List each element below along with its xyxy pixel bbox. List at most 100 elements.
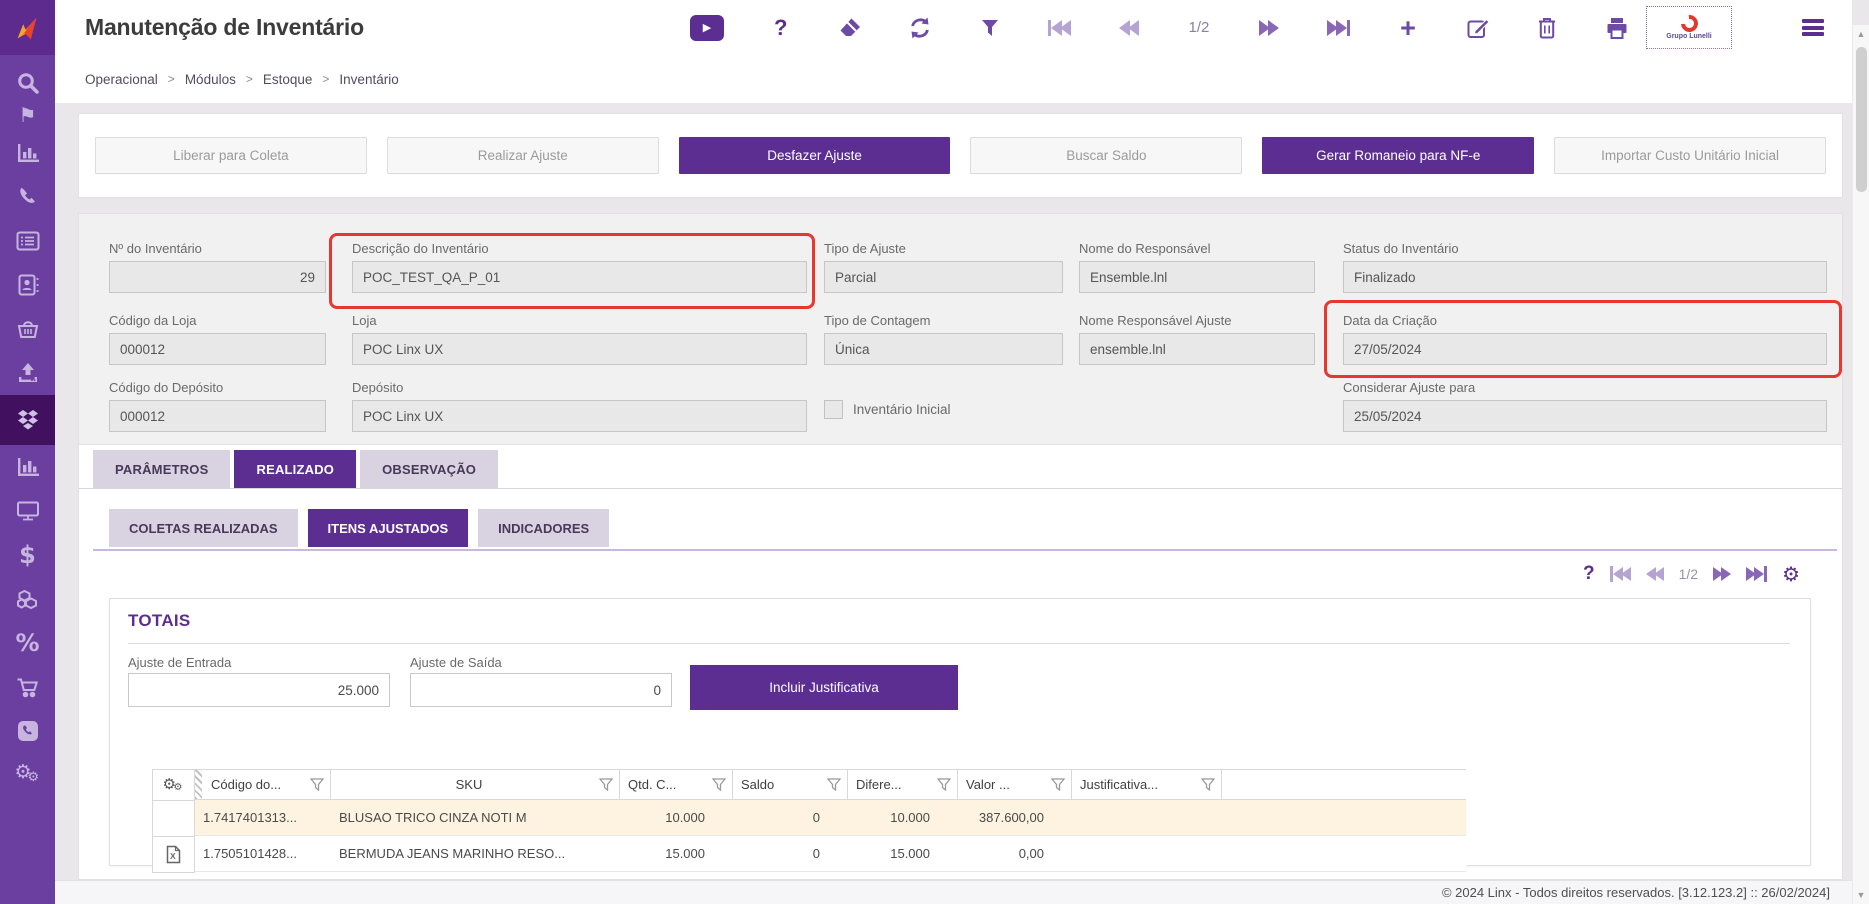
menu-icon[interactable]	[1802, 19, 1824, 36]
dollar-icon: $	[19, 543, 36, 567]
delete-icon[interactable]	[1534, 13, 1560, 43]
field-label: Considerar Ajuste para	[1343, 380, 1827, 395]
sidebar-item-phone[interactable]	[0, 175, 55, 219]
ajuste-saida-input[interactable]	[410, 673, 672, 707]
codigo-deposito-input[interactable]	[109, 400, 326, 432]
sidebar-item-basket[interactable]	[0, 307, 55, 351]
breadcrumb-item[interactable]: Inventário	[339, 72, 398, 87]
numero-inventario-input[interactable]	[109, 261, 326, 293]
nome-responsavel-input[interactable]	[1079, 261, 1315, 293]
sidebar-item-search[interactable]	[0, 67, 55, 99]
data-criacao-input[interactable]	[1343, 333, 1827, 365]
grid-previous-page-button[interactable]	[1646, 567, 1664, 581]
tab-parametros[interactable]: PARÂMETROS	[93, 450, 230, 488]
tipo-ajuste-input[interactable]	[824, 261, 1063, 293]
subtab-coletas-realizadas[interactable]: COLETAS REALIZADAS	[109, 509, 298, 547]
export-excel-cell[interactable]: X	[153, 837, 195, 873]
company-logo[interactable]: Grupo Lunelli	[1646, 6, 1732, 49]
sidebar-item-contacts[interactable]	[0, 263, 55, 307]
codigo-loja-input[interactable]	[109, 333, 326, 365]
add-button[interactable]: +	[1395, 13, 1421, 43]
sidebar-item-reports[interactable]	[0, 445, 55, 489]
sidebar-item-bookmark[interactable]: ⚑	[0, 99, 55, 131]
refresh-icon[interactable]	[907, 13, 933, 43]
filter-funnel-icon[interactable]	[712, 778, 726, 791]
first-page-button[interactable]	[1047, 13, 1073, 43]
sidebar-nav: ⚑	[0, 55, 55, 797]
sidebar-item-discounts[interactable]: %	[0, 621, 55, 665]
scroll-down-arrow[interactable]: ▼	[1853, 890, 1869, 900]
edit-icon[interactable]	[1465, 13, 1491, 43]
next-page-button[interactable]	[1256, 13, 1282, 43]
grid-settings-icon[interactable]: ⚙	[1782, 562, 1800, 586]
scroll-up-arrow[interactable]: ▲	[1853, 29, 1869, 39]
column-header-saldo[interactable]: Saldo	[733, 770, 848, 800]
grid-toolbar: ? 1/2 ⚙	[1583, 562, 1800, 586]
sidebar-item-cart[interactable]	[0, 665, 55, 709]
sidebar-item-finance[interactable]: $	[0, 533, 55, 577]
scrollbar-thumb[interactable]	[1856, 47, 1867, 192]
liberar-para-coleta-button[interactable]: Liberar para Coleta	[95, 137, 367, 174]
last-page-button[interactable]	[1325, 13, 1351, 43]
table-row[interactable]: 1.7417401313... BLUSAO TRICO CINZA NOTI …	[195, 800, 1466, 836]
sidebar-item-settings[interactable]: ⚙ ⚙	[0, 753, 55, 797]
sidebar-item-support-phone[interactable]	[0, 709, 55, 753]
filter-icon[interactable]	[977, 13, 1003, 43]
tipo-contagem-input[interactable]	[824, 333, 1063, 365]
deposito-input[interactable]	[352, 400, 807, 432]
video-tutorial-button[interactable]: ▶	[690, 15, 724, 41]
breadcrumb-item[interactable]: Estoque	[263, 72, 313, 87]
column-header-qtd[interactable]: Qtd. C...	[620, 770, 733, 800]
table-settings-cell[interactable]: ⚙ ⚙	[153, 770, 195, 801]
sidebar-item-inventory-box[interactable]	[0, 395, 55, 445]
filter-funnel-icon[interactable]	[1051, 778, 1065, 791]
filter-funnel-icon[interactable]	[827, 778, 841, 791]
table-row[interactable]: 1.7505101428... BERMUDA JEANS MARINHO RE…	[195, 836, 1466, 872]
breadcrumb-item[interactable]: Módulos	[185, 72, 236, 87]
filter-funnel-icon[interactable]	[937, 778, 951, 791]
vertical-scrollbar[interactable]: ▲ ▼	[1852, 25, 1869, 904]
column-header-sku[interactable]: SKU	[331, 770, 620, 800]
column-header-diferenca[interactable]: Difere...	[848, 770, 958, 800]
realizar-ajuste-button[interactable]: Realizar Ajuste	[387, 137, 659, 174]
grid-help-icon[interactable]: ?	[1583, 563, 1595, 585]
previous-page-button[interactable]	[1116, 13, 1142, 43]
grid-next-page-button[interactable]	[1713, 567, 1731, 581]
subtab-indicadores[interactable]: INDICADORES	[478, 509, 609, 547]
drag-handle[interactable]	[195, 770, 202, 799]
gerar-romaneio-button[interactable]: Gerar Romaneio para NF-e	[1262, 137, 1534, 174]
buscar-saldo-button[interactable]: Buscar Saldo	[970, 137, 1242, 174]
status-inventario-input[interactable]	[1343, 261, 1827, 293]
filter-funnel-icon[interactable]	[599, 778, 613, 791]
help-icon[interactable]: ?	[768, 13, 794, 43]
ajuste-entrada-input[interactable]	[128, 673, 390, 707]
breadcrumb-item[interactable]: Operacional	[85, 72, 158, 87]
grid-last-page-button[interactable]	[1746, 566, 1767, 582]
sidebar-item-upload[interactable]	[0, 351, 55, 395]
sidebar-item-pos-monitor[interactable]	[0, 489, 55, 533]
linx-logo[interactable]	[0, 0, 55, 55]
filter-funnel-icon[interactable]	[1201, 778, 1215, 791]
considerar-ajuste-input[interactable]	[1343, 400, 1827, 432]
sidebar-item-forms[interactable]	[0, 219, 55, 263]
sidebar-item-analytics[interactable]	[0, 131, 55, 175]
incluir-justificativa-button[interactable]: Incluir Justificativa	[690, 665, 958, 710]
inventario-inicial-checkbox[interactable]	[824, 400, 843, 419]
descricao-inventario-input[interactable]	[352, 261, 807, 293]
importar-custo-button[interactable]: Importar Custo Unitário Inicial	[1554, 137, 1826, 174]
tab-observacao[interactable]: OBSERVAÇÃO	[360, 450, 498, 488]
sidebar-item-products[interactable]	[0, 577, 55, 621]
ajuste-entrada-label: Ajuste de Entrada	[128, 655, 231, 670]
loja-input[interactable]	[352, 333, 807, 365]
column-header-codigo[interactable]: Código do...	[195, 770, 331, 800]
tab-realizado[interactable]: REALIZADO	[234, 450, 356, 488]
grid-first-page-button[interactable]	[1610, 566, 1631, 582]
nome-responsavel-ajuste-input[interactable]	[1079, 333, 1315, 365]
eraser-icon[interactable]	[837, 13, 863, 43]
print-icon[interactable]	[1604, 13, 1630, 43]
column-header-valor[interactable]: Valor ...	[958, 770, 1072, 800]
desfazer-ajuste-button[interactable]: Desfazer Ajuste	[679, 137, 951, 174]
subtab-itens-ajustados[interactable]: ITENS AJUSTADOS	[308, 509, 469, 547]
filter-funnel-icon[interactable]	[310, 778, 324, 791]
column-header-justificativa[interactable]: Justificativa...	[1072, 770, 1222, 800]
